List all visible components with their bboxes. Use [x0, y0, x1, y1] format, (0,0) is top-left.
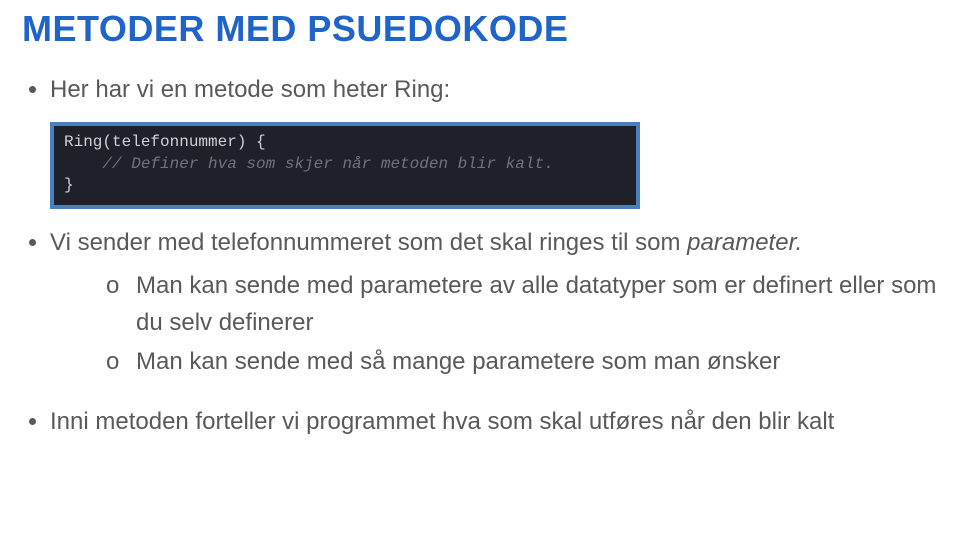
- sub-2: o Man kan sende med så mange parametere …: [106, 343, 938, 380]
- sub-1-text: Man kan sende med parametere av alle dat…: [136, 272, 936, 336]
- bullet-list-2: Vi sender med telefonnummeret som det sk…: [22, 225, 938, 441]
- slide: METODER MED PSUEDOKODE Her har vi en met…: [0, 0, 960, 440]
- code-line-3: }: [64, 176, 74, 194]
- bullet-1: Her har vi en metode som heter Ring:: [50, 72, 938, 108]
- sub-marker-2: o: [106, 343, 119, 380]
- code-snippet: Ring(telefonnummer) { // Definer hva som…: [50, 122, 640, 209]
- sub-marker-1: o: [106, 267, 119, 304]
- bullet-list: Her har vi en metode som heter Ring:: [22, 72, 938, 108]
- sub-2-text: Man kan sende med så mange parametere so…: [136, 348, 780, 375]
- bullet-2: Vi sender med telefonnummeret som det sk…: [50, 225, 938, 381]
- bullet-1-text: Her har vi en metode som heter Ring:: [50, 76, 450, 103]
- title-strong: METODER: [22, 8, 205, 49]
- bullet-2-text-a: Vi sender med telefonnummeret som det sk…: [50, 229, 687, 256]
- code-line-1: Ring(telefonnummer) {: [64, 133, 266, 151]
- sub-list: o Man kan sende med parametere av alle d…: [50, 267, 938, 381]
- bullet-3: Inni metoden forteller vi programmet hva…: [50, 404, 938, 440]
- code-comment: // Definer hva som skjer når metoden bli…: [102, 155, 553, 173]
- bullet-2-emph: parameter.: [687, 229, 802, 256]
- code-indent: [64, 155, 102, 173]
- title-rest: MED PSUEDOKODE: [215, 8, 568, 49]
- sub-1: o Man kan sende med parametere av alle d…: [106, 267, 938, 341]
- page-title: METODER MED PSUEDOKODE: [22, 8, 938, 50]
- bullet-3-text: Inni metoden forteller vi programmet hva…: [50, 408, 834, 435]
